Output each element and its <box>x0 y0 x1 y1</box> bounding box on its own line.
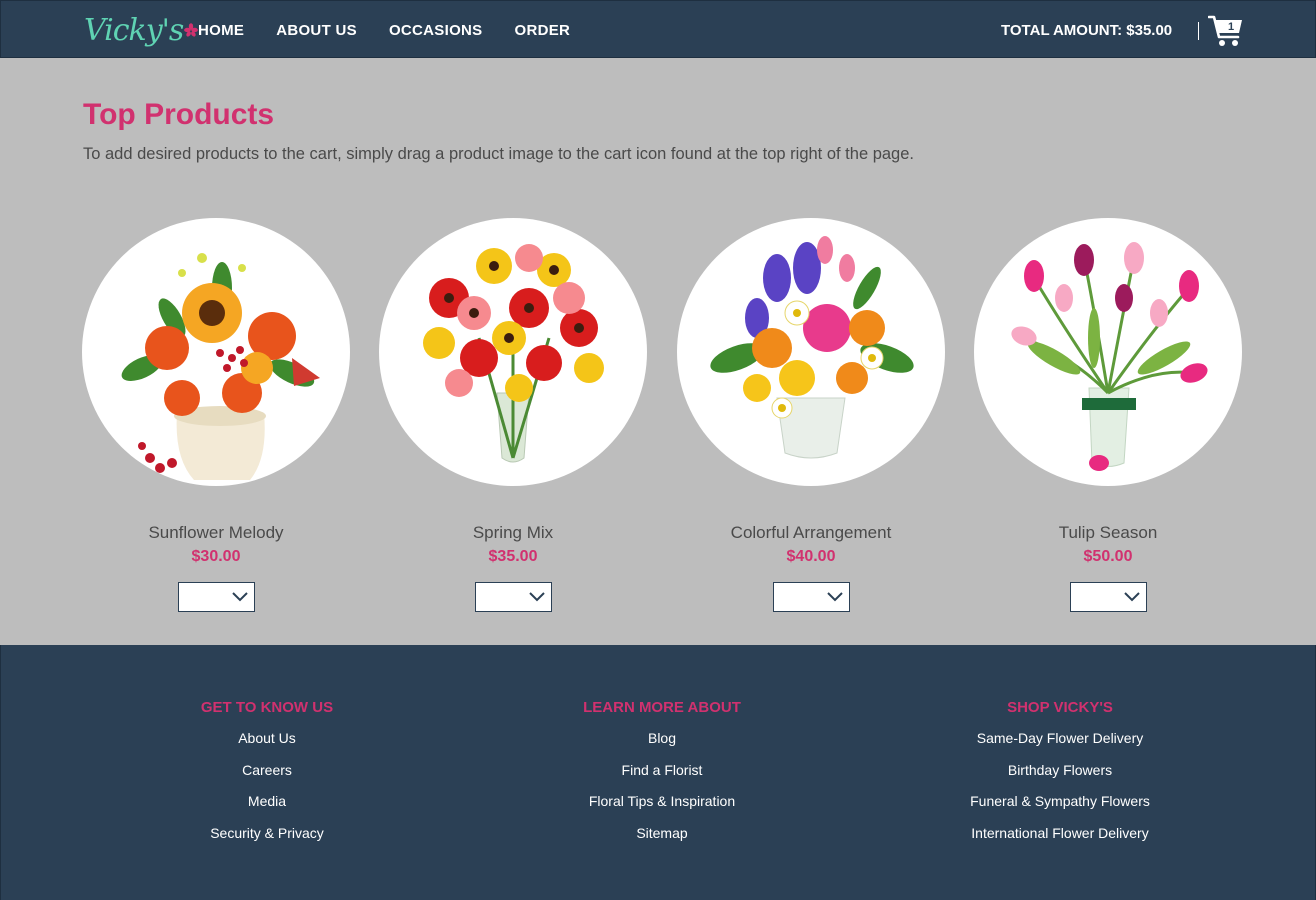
product-card: Colorful Arrangement $40.00 <box>677 218 945 612</box>
product-image-sunflower-melody[interactable] <box>82 218 350 486</box>
site-footer: GET TO KNOW US About Us Careers Media Se… <box>0 645 1316 900</box>
page-instructions: To add desired products to the cart, sim… <box>83 145 914 163</box>
page-title: Top Products <box>83 98 275 131</box>
footer-heading: SHOP VICKY'S <box>1007 699 1113 716</box>
quantity-select[interactable] <box>1069 582 1147 612</box>
product-name: Sunflower Melody <box>148 523 284 542</box>
header-divider <box>1198 22 1199 40</box>
footer-link-about-us[interactable]: About Us <box>117 729 417 748</box>
product-name: Tulip Season <box>1058 523 1158 542</box>
footer-link-sitemap[interactable]: Sitemap <box>512 824 812 843</box>
product-price: $50.00 <box>1083 548 1133 565</box>
product-price: $30.00 <box>191 548 241 565</box>
footer-link-international-delivery[interactable]: International Flower Delivery <box>910 824 1210 843</box>
footer-link-careers[interactable]: Careers <box>117 761 417 780</box>
nav-order[interactable]: ORDER <box>514 20 570 42</box>
footer-link-security-privacy[interactable]: Security & Privacy <box>117 824 417 843</box>
chevron-down-icon <box>826 592 843 602</box>
footer-link-birthday-flowers[interactable]: Birthday Flowers <box>910 761 1210 780</box>
footer-heading: LEARN MORE ABOUT <box>583 699 741 716</box>
footer-link-floral-tips[interactable]: Floral Tips & Inspiration <box>512 792 812 811</box>
footer-link-blog[interactable]: Blog <box>512 729 812 748</box>
product-card: Spring Mix $35.00 <box>379 218 647 612</box>
footer-heading: GET TO KNOW US <box>200 699 334 716</box>
footer-column-learn-more: LEARN MORE ABOUT Blog Find a Florist Flo… <box>512 697 812 855</box>
product-price: $40.00 <box>786 548 836 565</box>
footer-link-find-a-florist[interactable]: Find a Florist <box>512 761 812 780</box>
vickys-logo[interactable]: Vicky's <box>84 9 199 49</box>
footer-link-same-day-delivery[interactable]: Same-Day Flower Delivery <box>910 729 1210 748</box>
quantity-select[interactable] <box>772 582 850 612</box>
chevron-down-icon <box>1123 592 1140 602</box>
cart-button[interactable]: 1 <box>1208 14 1244 48</box>
quantity-select[interactable] <box>177 582 255 612</box>
chevron-down-icon <box>528 592 545 602</box>
footer-link-media[interactable]: Media <box>117 792 417 811</box>
quantity-select[interactable] <box>474 582 552 612</box>
nav-about-us[interactable]: ABOUT US <box>276 20 357 42</box>
footer-column-shop-vickys: SHOP VICKY'S Same-Day Flower Delivery Bi… <box>910 697 1210 855</box>
product-card: Sunflower Melody $30.00 <box>82 218 350 612</box>
product-name: Spring Mix <box>472 523 554 542</box>
footer-column-get-to-know-us: GET TO KNOW US About Us Careers Media Se… <box>117 697 417 855</box>
logo-text: Vicky's <box>84 13 184 48</box>
footer-link-funeral-sympathy[interactable]: Funeral & Sympathy Flowers <box>910 792 1210 811</box>
chevron-down-icon <box>231 592 248 602</box>
nav-home[interactable]: HOME <box>198 20 244 42</box>
logo-flower-icon <box>184 23 199 37</box>
nav-occasions[interactable]: OCCASIONS <box>389 20 483 42</box>
product-image-tulip-season[interactable] <box>974 218 1242 486</box>
product-name: Colorful Arrangement <box>730 523 892 542</box>
product-image-colorful-arrangement[interactable] <box>677 218 945 486</box>
cart-count: 1 <box>1227 21 1235 33</box>
main-nav: HOME ABOUT US OCCASIONS ORDER <box>198 20 570 42</box>
site-header: Vicky's HOME ABOUT US OCCASIONS ORDER TO… <box>0 0 1316 58</box>
cart-total: TOTAL AMOUNT: $35.00 <box>1001 22 1173 39</box>
product-image-spring-mix[interactable] <box>379 218 647 486</box>
product-card: Tulip Season $50.00 <box>974 218 1242 612</box>
product-price: $35.00 <box>488 548 538 565</box>
